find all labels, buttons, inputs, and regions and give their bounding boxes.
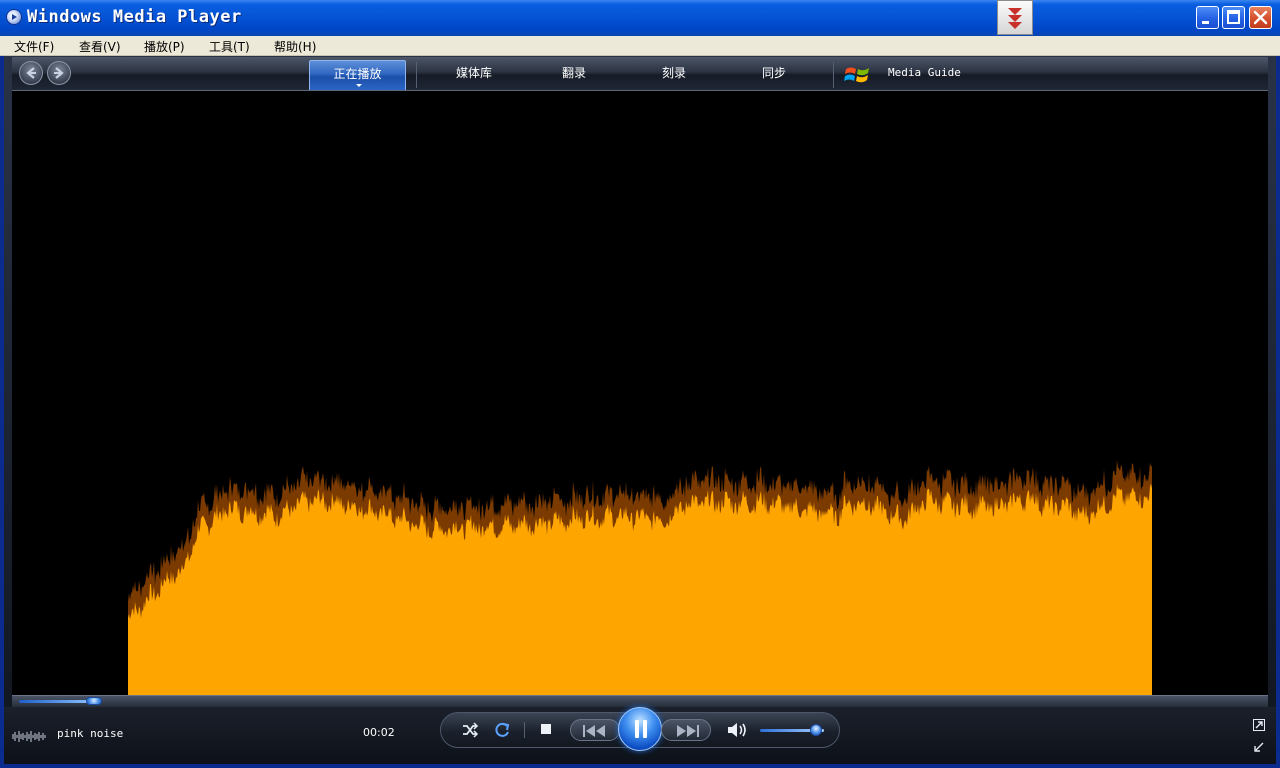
tab-divider	[416, 62, 417, 88]
tab-now-playing[interactable]: 正在播放	[309, 60, 406, 90]
switch-to-compact-button[interactable]	[1253, 716, 1265, 735]
shuffle-icon	[463, 722, 479, 738]
tab-label: 正在播放	[333, 67, 382, 81]
menu-play[interactable]: 播放(P)	[144, 38, 185, 55]
chevron-down-icon[interactable]	[355, 84, 362, 87]
next-button[interactable]	[661, 719, 711, 741]
next-icon	[677, 725, 699, 737]
control-divider	[524, 722, 525, 738]
full-screen-button[interactable]	[1253, 738, 1265, 757]
tab-sync[interactable]: 同步	[730, 60, 818, 90]
speaker-icon	[728, 723, 746, 737]
forward-arrow-icon	[54, 67, 64, 79]
seek-progress	[19, 700, 93, 703]
full-screen-icon	[1254, 742, 1264, 752]
stop-button[interactable]	[540, 723, 552, 735]
repeat-icon	[495, 722, 510, 737]
wmp-window: Windows Media Player 文件(F) 查看(V) 播放(P) 工…	[0, 0, 1280, 768]
minimize-icon	[1202, 21, 1209, 24]
title-bar[interactable]: Windows Media Player	[0, 0, 1280, 36]
tab-burn[interactable]: 刻录	[630, 60, 718, 90]
mute-button[interactable]	[726, 721, 748, 739]
close-icon	[1253, 10, 1268, 25]
menu-view[interactable]: 查看(V)	[79, 38, 121, 55]
menu-help[interactable]: 帮助(H)	[274, 38, 316, 55]
seek-bar[interactable]	[12, 695, 1268, 707]
elapsed-time[interactable]: 00:02	[363, 726, 395, 739]
tab-library[interactable]: 媒体库	[430, 60, 518, 90]
track-title: pink noise	[57, 727, 124, 740]
mini-player-button[interactable]	[997, 0, 1033, 35]
tab-divider	[833, 62, 834, 88]
visualization-area[interactable]	[12, 91, 1268, 695]
maximize-button[interactable]	[1222, 6, 1245, 29]
previous-button[interactable]	[570, 719, 620, 741]
switch-to-compact-icon	[1253, 719, 1265, 731]
previous-icon	[583, 725, 605, 737]
stop-icon	[541, 724, 551, 734]
back-button[interactable]	[19, 61, 43, 85]
pause-icon	[635, 720, 647, 738]
mini-player-icon	[1008, 8, 1022, 29]
close-button[interactable]	[1249, 6, 1272, 29]
tab-rip[interactable]: 翻录	[530, 60, 618, 90]
audio-waveform-icon	[12, 731, 46, 742]
back-arrow-icon	[26, 67, 36, 79]
repeat-button[interactable]	[492, 720, 512, 740]
spectrum-visualization	[128, 460, 1152, 695]
menu-file[interactable]: 文件(F)	[14, 38, 54, 55]
shuffle-button[interactable]	[461, 721, 479, 739]
windows-logo-icon[interactable]	[843, 61, 873, 87]
forward-button[interactable]	[47, 61, 71, 85]
volume-handle[interactable]	[810, 724, 822, 736]
seek-handle[interactable]	[86, 697, 102, 705]
menu-tools[interactable]: 工具(T)	[209, 38, 250, 55]
minimize-button[interactable]	[1196, 6, 1219, 29]
pause-button[interactable]	[618, 707, 662, 751]
menu-bar: 文件(F) 查看(V) 播放(P) 工具(T) 帮助(H)	[0, 36, 1280, 56]
maximize-icon	[1227, 10, 1240, 24]
media-player-icon[interactable]	[7, 10, 21, 24]
tab-media-guide[interactable]: Media Guide	[888, 66, 961, 79]
window-title: Windows Media Player	[27, 7, 242, 27]
